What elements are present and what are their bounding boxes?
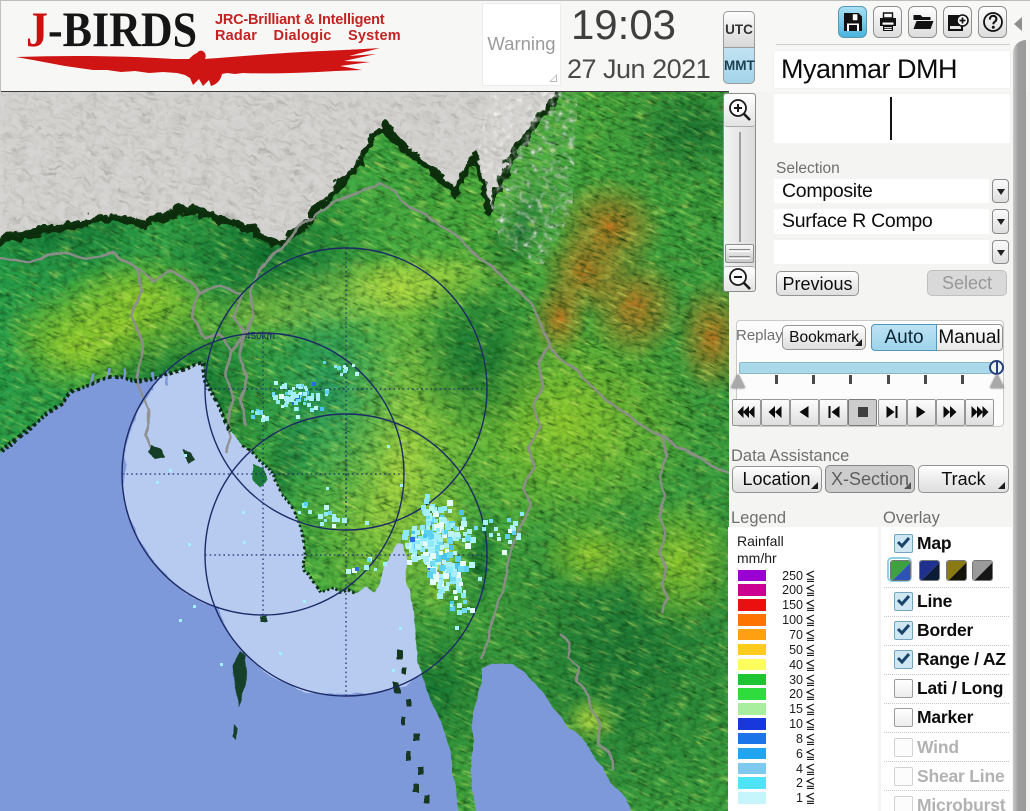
svg-text:450km: 450km [245, 331, 275, 342]
